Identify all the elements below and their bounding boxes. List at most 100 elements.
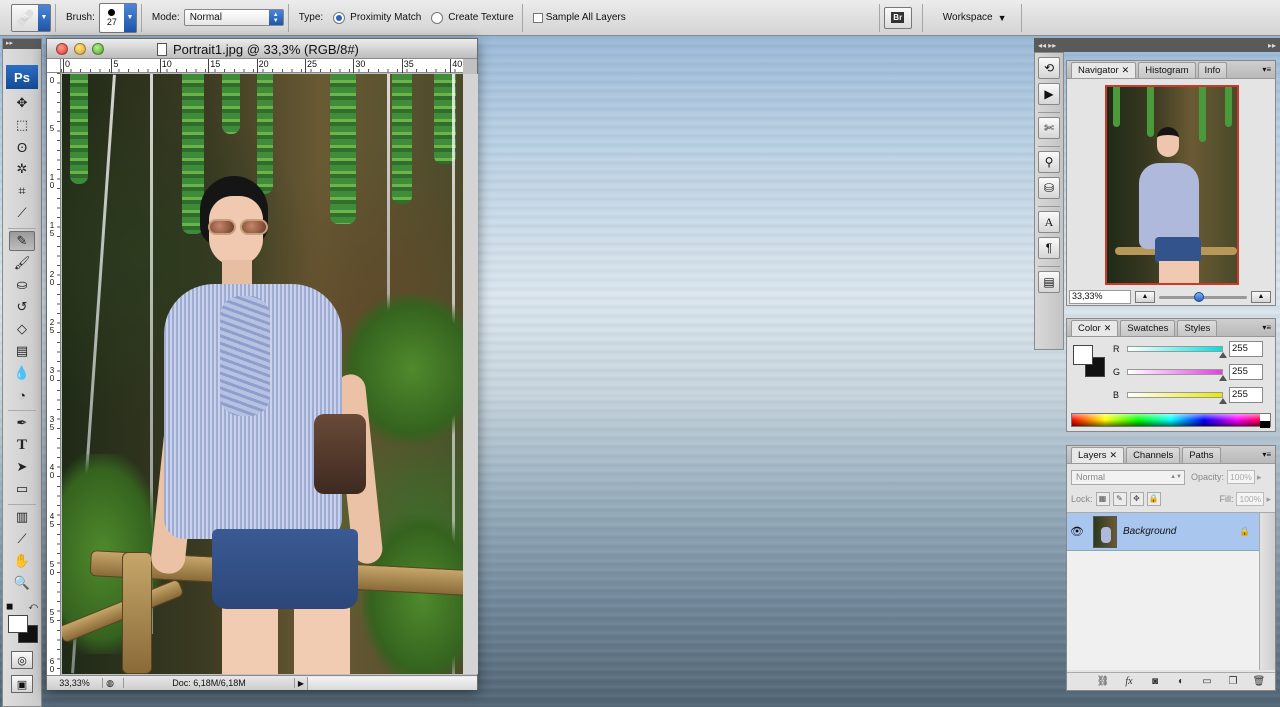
default-colors-icon[interactable]: ◼: [6, 601, 13, 612]
tab-color[interactable]: Color ✕: [1071, 320, 1119, 336]
tab-layers[interactable]: Layers ✕: [1071, 447, 1125, 463]
green-value-field[interactable]: 255: [1229, 364, 1263, 380]
brushes-panel-icon[interactable]: ⚲: [1038, 151, 1060, 173]
quick-mask-mode-button[interactable]: ◎: [11, 651, 33, 669]
marquee-tool-icon[interactable]: ⬚: [9, 115, 35, 135]
expand-dock-icon[interactable]: ▸▸: [1268, 41, 1276, 50]
zoom-in-button[interactable]: ▲: [1251, 291, 1271, 303]
chevron-right-icon[interactable]: ▸: [1257, 472, 1262, 483]
slider-thumb-icon[interactable]: [1219, 352, 1227, 358]
type-tool-icon[interactable]: T: [9, 435, 35, 455]
screen-mode-button[interactable]: ▣: [11, 675, 33, 693]
panel-dock-header[interactable]: ◂◂ ▸▸ ▸▸: [1034, 38, 1280, 52]
tab-info[interactable]: Info: [1197, 62, 1228, 78]
new-layer-icon[interactable]: ❐: [1223, 676, 1243, 687]
minimize-window-button[interactable]: [74, 42, 86, 55]
close-tab-icon[interactable]: ✕: [1122, 65, 1130, 75]
horizontal-scrollbar[interactable]: [307, 676, 477, 690]
red-value-field[interactable]: 255: [1229, 341, 1263, 357]
move-tool-icon[interactable]: ✥: [9, 93, 35, 113]
path-selection-tool-icon[interactable]: ➤: [9, 457, 35, 477]
dodge-tool-icon[interactable]: ◔: [9, 385, 35, 405]
green-slider[interactable]: [1127, 369, 1227, 381]
blur-tool-icon[interactable]: 💧: [9, 363, 35, 383]
zoom-slider-knob[interactable]: [1194, 291, 1205, 302]
chevron-right-icon[interactable]: ▸: [1266, 494, 1271, 505]
collapse-dock-icon[interactable]: ◂◂ ▸▸: [1038, 41, 1056, 50]
create-texture-radio[interactable]: [431, 11, 444, 24]
foreground-color-swatch[interactable]: [1073, 345, 1093, 365]
new-group-icon[interactable]: ▭: [1197, 676, 1217, 687]
navigator-thumbnail[interactable]: [1105, 85, 1239, 285]
brush-tool-icon[interactable]: 🖌: [9, 253, 35, 273]
ruler-origin[interactable]: [47, 59, 61, 73]
lock-all-icon[interactable]: 🔒: [1146, 492, 1161, 506]
slice-tool-icon[interactable]: ⟋: [9, 203, 35, 223]
link-layers-icon[interactable]: ⛓: [1093, 676, 1113, 687]
tab-channels[interactable]: Channels: [1126, 447, 1181, 463]
sample-all-layers-checkbox[interactable]: [532, 12, 543, 23]
tool-presets-panel-icon[interactable]: ✄: [1038, 117, 1060, 139]
layer-mask-icon[interactable]: ◙: [1145, 676, 1165, 687]
layer-comps-panel-icon[interactable]: ▤: [1038, 271, 1060, 293]
shape-tool-icon[interactable]: ▭: [9, 479, 35, 499]
opacity-field[interactable]: 100%: [1227, 470, 1256, 484]
triangle-right-icon[interactable]: ▶: [295, 679, 307, 688]
tool-preset-picker[interactable]: 🩹 ▼: [11, 3, 51, 32]
gradient-tool-icon[interactable]: ▤: [9, 341, 35, 361]
fill-field[interactable]: 100%: [1236, 492, 1265, 506]
canvas-area[interactable]: [62, 74, 478, 674]
eraser-tool-icon[interactable]: ◇: [9, 319, 35, 339]
document-titlebar[interactable]: Portrait1.jpg @ 33,3% (RGB/8#): [47, 39, 477, 59]
panel-menu-icon[interactable]: ▾≡: [1262, 65, 1271, 74]
panel-menu-icon[interactable]: ▾≡: [1262, 450, 1271, 459]
horizontal-ruler[interactable]: 0 5 10 15 20 25 30 35 40: [61, 59, 463, 73]
adjustment-layer-icon[interactable]: ◐: [1171, 676, 1191, 687]
mode-select[interactable]: Normal ▲ ▼: [183, 9, 284, 26]
swap-colors-icon[interactable]: ⤺: [28, 601, 38, 612]
zoom-window-button[interactable]: [92, 42, 104, 55]
lock-transparency-icon[interactable]: ▦: [1095, 492, 1110, 506]
zoom-tool-icon[interactable]: 🔍: [9, 573, 35, 593]
tab-histogram[interactable]: Histogram: [1138, 62, 1196, 78]
close-window-button[interactable]: [56, 42, 68, 55]
history-panel-icon[interactable]: ⟲: [1038, 57, 1060, 79]
proximity-match-radio[interactable]: [333, 11, 346, 24]
crop-tool-icon[interactable]: ⌗: [9, 181, 35, 201]
clone-source-panel-icon[interactable]: ⛁: [1038, 177, 1060, 199]
layers-scrollbar[interactable]: [1259, 512, 1275, 670]
close-tab-icon[interactable]: ✕: [1110, 450, 1118, 460]
vertical-ruler[interactable]: 0 5 10 15 20 25 30 35 40 45 50 55 60: [47, 73, 61, 675]
tab-paths[interactable]: Paths: [1182, 447, 1221, 463]
panel-menu-icon[interactable]: ▾≡: [1262, 323, 1271, 332]
eye-icon[interactable]: 👁: [1067, 525, 1087, 538]
blue-value-field[interactable]: 255: [1229, 387, 1263, 403]
portrait-photo[interactable]: [62, 74, 463, 674]
photoshop-logo[interactable]: Ps: [6, 65, 38, 89]
lasso-tool-icon[interactable]: ʘ: [9, 137, 35, 157]
zoom-slider[interactable]: [1159, 291, 1247, 302]
tab-styles[interactable]: Styles: [1177, 320, 1218, 336]
zoom-level-field[interactable]: 33,33%: [47, 678, 103, 688]
foreground-color-swatch[interactable]: [8, 615, 28, 633]
healing-brush-tool-icon[interactable]: ✎: [9, 231, 35, 251]
pen-tool-icon[interactable]: ✒: [9, 413, 35, 433]
hand-tool-icon[interactable]: ✋: [9, 551, 35, 571]
red-slider[interactable]: [1127, 346, 1227, 358]
slider-thumb-icon[interactable]: [1219, 375, 1227, 381]
eyedropper-tool-icon[interactable]: ⟋: [9, 529, 35, 549]
history-brush-tool-icon[interactable]: ↺: [9, 297, 35, 317]
zoom-out-button[interactable]: ▲: [1135, 291, 1155, 303]
notes-tool-icon[interactable]: ▥: [9, 507, 35, 527]
layer-row-background[interactable]: 👁 Background 🔒: [1067, 513, 1259, 551]
actions-panel-icon[interactable]: ▶: [1038, 83, 1060, 105]
slider-thumb-icon[interactable]: [1219, 398, 1227, 404]
character-panel-icon[interactable]: A: [1038, 211, 1060, 233]
trash-icon[interactable]: 🗑: [1249, 676, 1269, 687]
color-spectrum-ramp[interactable]: [1071, 413, 1271, 428]
document-size-info[interactable]: Doc: 6,18M/6,18M: [123, 678, 295, 688]
magic-wand-tool-icon[interactable]: ✲: [9, 159, 35, 179]
close-tab-icon[interactable]: ✕: [1104, 323, 1112, 333]
layer-style-icon[interactable]: fx: [1119, 676, 1139, 687]
paragraph-panel-icon[interactable]: ¶: [1038, 237, 1060, 259]
